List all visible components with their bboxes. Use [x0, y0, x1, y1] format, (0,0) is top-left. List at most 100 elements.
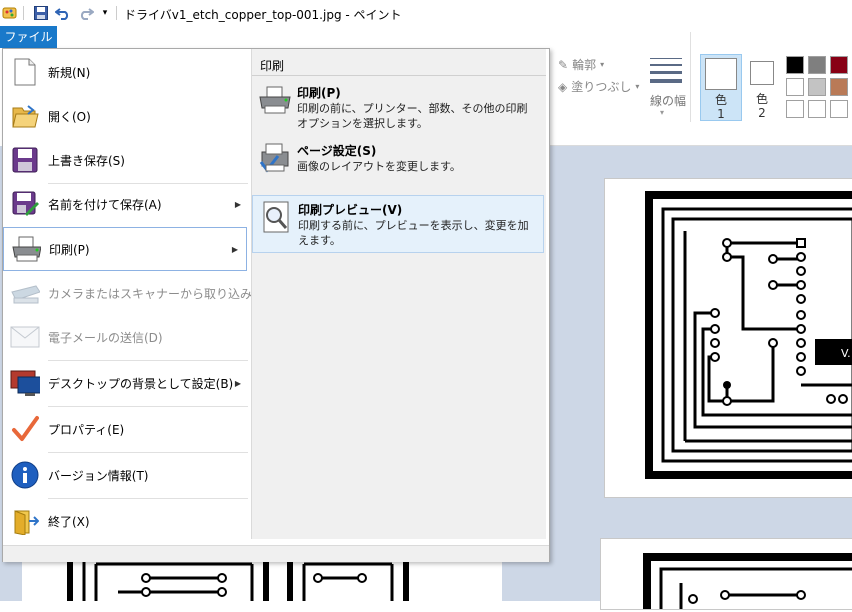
menu-item-label: 終了(X): [48, 514, 90, 529]
menu-item-save[interactable]: 上書き保存(S): [3, 138, 249, 182]
menu-item-open[interactable]: 開く(O): [3, 94, 249, 138]
customize-dropdown-icon[interactable]: ▾: [99, 5, 111, 21]
submenu-item-description: 印刷する前に、プレビューを表示し、変更を加えます。: [298, 219, 529, 247]
submenu-arrow-icon: ▶: [231, 244, 238, 254]
pcb-trace-graphic: [643, 553, 852, 612]
outline-label: 輪郭: [572, 58, 597, 72]
email-icon: [10, 322, 40, 352]
menu-item-label: 電子メールの送信(D): [48, 330, 163, 345]
outline-icon: ✎: [558, 57, 569, 72]
menu-item-label: 印刷(P): [49, 242, 90, 257]
chevron-down-icon: ▾: [660, 108, 665, 117]
submenu-item-description: 印刷の前に、プリンター、部数、その他の印刷オプションを選択します。: [297, 102, 528, 130]
printer-icon: [258, 83, 292, 117]
palette-swatch[interactable]: [786, 100, 804, 118]
palette-swatch[interactable]: [786, 78, 804, 96]
palette-swatch[interactable]: [808, 78, 826, 96]
undo-icon[interactable]: [55, 5, 71, 21]
menu-item-label: プロパティ(E): [48, 422, 125, 437]
menu-item-save-as[interactable]: 名前を付けて保存(A) ▶: [3, 182, 249, 226]
color1-swatch: [705, 58, 737, 90]
paint-app-icon[interactable]: [2, 5, 18, 21]
menu-item-email[interactable]: 電子メールの送信(D): [3, 315, 249, 359]
ribbon: ✎ 輪郭 ▾ ◈ 塗りつぶし ▾ 線の幅 ▾ 色 1 色 2: [548, 26, 852, 146]
palette-swatch[interactable]: [808, 56, 826, 74]
save-icon: [10, 145, 40, 175]
menu-item-properties[interactable]: プロパティ(E): [3, 407, 249, 451]
submenu-arrow-icon: ▶: [234, 378, 241, 388]
menu-item-label: 上書き保存(S): [48, 153, 125, 168]
file-menu: 新規(N) 開く(O) 上書き保存(S) 名前を付けて保存(A) ▶ 印刷(P)…: [2, 48, 550, 562]
fill-button[interactable]: ◈ 塗りつぶし ▾: [558, 78, 639, 95]
color2-label: 色: [755, 92, 768, 106]
menu-item-label: 新規(N): [48, 65, 91, 80]
palette-swatch[interactable]: [830, 100, 848, 118]
submenu-item-page-setup[interactable]: ページ設定(S) 画像のレイアウトを変更します。: [252, 139, 544, 183]
submenu-item-title: 印刷プレビュー(V): [298, 203, 403, 217]
submenu-arrow-icon: ▶: [234, 199, 241, 209]
palette-swatch[interactable]: [830, 56, 848, 74]
print-submenu: 印刷 印刷(P) 印刷の前に、プリンター、部数、その他の印刷オプションを選択しま…: [251, 49, 546, 539]
menu-item-label: カメラまたはスキャナーから取り込み(M): [48, 286, 272, 301]
submenu-header: 印刷: [260, 59, 285, 73]
window-title: ドライバv1_etch_copper_top-001.jpg - ペイント: [124, 8, 402, 22]
menu-item-about[interactable]: バージョン情報(T): [3, 453, 249, 497]
save-as-icon: [10, 189, 40, 219]
file-menu-footer: [3, 545, 549, 562]
print-preview-icon: [259, 200, 293, 234]
pcb-trace-graphic: V.: [645, 191, 852, 479]
menu-item-label: バージョン情報(T): [48, 468, 149, 483]
menu-item-new[interactable]: 新規(N): [3, 50, 249, 94]
menu-item-print[interactable]: 印刷(P) ▶: [3, 227, 247, 271]
submenu-item-description: 画像のレイアウトを変更します。: [297, 160, 461, 173]
color2-number: 2: [758, 106, 766, 120]
submenu-item-title: ページ設定(S): [297, 144, 377, 158]
submenu-item-title: 印刷(P): [297, 86, 341, 100]
line-width-icon: [650, 58, 682, 83]
file-menu-left-pane: 新規(N) 開く(O) 上書き保存(S) 名前を付けて保存(A) ▶ 印刷(P)…: [3, 49, 272, 545]
new-document-icon: [10, 57, 40, 87]
menu-item-exit[interactable]: 終了(X): [3, 499, 249, 543]
fill-bucket-icon: ◈: [558, 79, 568, 94]
save-icon[interactable]: [33, 5, 49, 21]
submenu-item-print[interactable]: 印刷(P) 印刷の前に、プリンター、部数、その他の印刷オプションを選択します。: [252, 81, 544, 133]
pcb-label: V.: [841, 347, 851, 360]
desktop-background-icon: [10, 368, 40, 398]
title-bar: ▾ ドライバv1_etch_copper_top-001.jpg - ペイント: [0, 0, 852, 26]
palette-swatch[interactable]: [830, 78, 848, 96]
chevron-down-icon: ▾: [635, 82, 640, 91]
exit-icon: [10, 506, 40, 536]
fill-label: 塗りつぶし: [571, 80, 632, 94]
color1-button[interactable]: 色 1: [700, 54, 742, 121]
redo-icon[interactable]: [78, 5, 94, 21]
color1-label: 色: [714, 93, 727, 107]
info-icon: [10, 460, 40, 490]
pcb-image-top: V.: [604, 178, 852, 498]
color1-number: 1: [717, 107, 725, 121]
pcb-trace-graphic: [67, 558, 409, 601]
chevron-down-icon: ▾: [600, 60, 605, 69]
scanner-icon: [10, 278, 40, 308]
divider: [116, 6, 117, 20]
pcb-image-bottom-right: [600, 538, 852, 612]
menu-item-label: デスクトップの背景として設定(B): [48, 376, 234, 391]
line-width-label: 線の幅: [650, 94, 687, 108]
menu-item-label: 名前を付けて保存(A): [48, 197, 162, 212]
divider: [23, 6, 24, 20]
menu-item-desktop-background[interactable]: デスクトップの背景として設定(B) ▶: [3, 361, 249, 405]
printer-icon: [11, 234, 41, 264]
open-folder-icon: [10, 101, 40, 131]
palette-swatch[interactable]: [808, 100, 826, 118]
outline-button[interactable]: ✎ 輪郭 ▾: [558, 56, 604, 73]
menu-item-label: 開く(O): [48, 109, 91, 124]
line-width-button[interactable]: 線の幅 ▾: [644, 50, 687, 140]
checkmark-icon: [10, 414, 40, 444]
pcb-image-bottom-left: [22, 558, 502, 601]
page-setup-icon: [258, 141, 292, 175]
submenu-item-print-preview[interactable]: 印刷プレビュー(V) 印刷する前に、プレビューを表示し、変更を加えます。: [252, 195, 544, 253]
palette-swatch[interactable]: [786, 56, 804, 74]
file-tab[interactable]: ファイル: [0, 26, 57, 48]
menu-item-scanner[interactable]: カメラまたはスキャナーから取り込み(M): [3, 271, 272, 315]
color2-swatch: [750, 61, 774, 85]
color2-button[interactable]: 色 2: [746, 54, 782, 121]
